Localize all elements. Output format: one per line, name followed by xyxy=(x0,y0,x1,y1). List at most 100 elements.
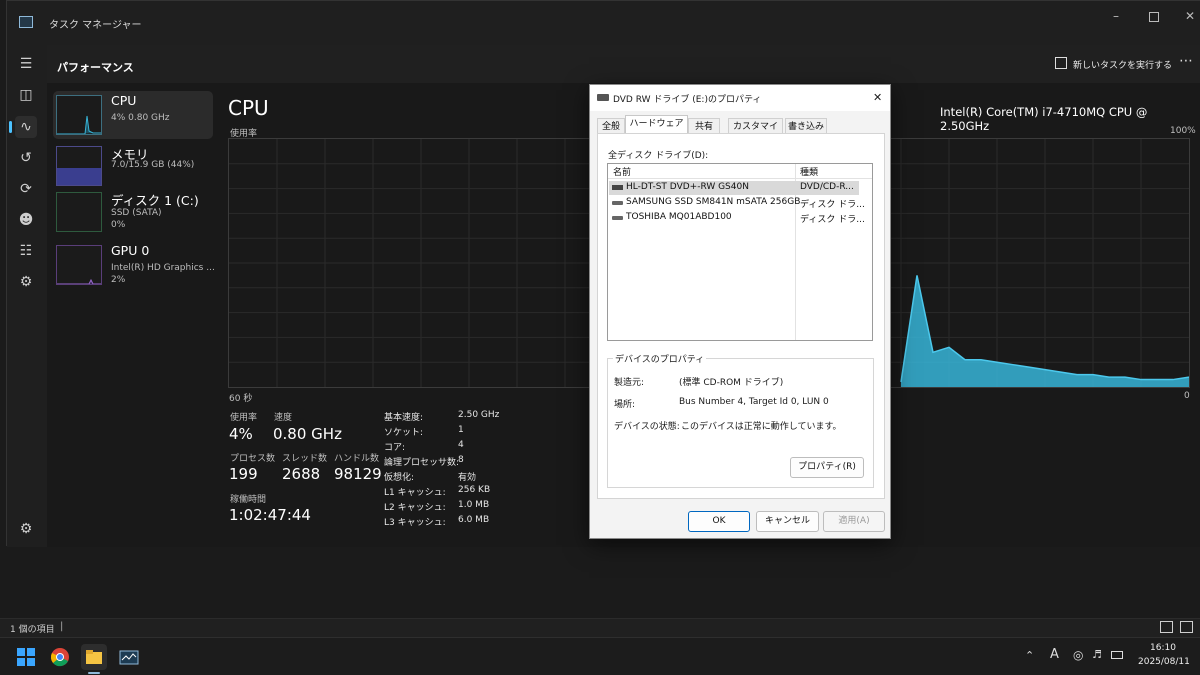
stat-processes-value: 199 xyxy=(229,465,258,483)
app-history-icon[interactable]: ↺ xyxy=(15,147,37,169)
file-explorer-icon[interactable] xyxy=(81,644,107,670)
spec-value: 1.0 MB xyxy=(458,500,490,510)
drive-list[interactable]: 名前 種類 HL-DT-ST DVD+-RW GS40N DVD/CD-R...… xyxy=(607,163,873,341)
gpu-thumbnail xyxy=(56,245,102,285)
users-icon[interactable]: ☻ xyxy=(15,209,37,231)
dvd-drive-icon xyxy=(612,185,623,190)
column-header-type[interactable]: 種類 xyxy=(800,165,818,178)
task-manager-taskbar-icon[interactable] xyxy=(116,644,142,670)
sidebar-item-sub: Intel(R) HD Graphics ... xyxy=(111,263,215,273)
tab-hardware[interactable]: ハードウェア xyxy=(625,115,688,135)
properties-button[interactable]: プロパティ(R) xyxy=(790,457,864,478)
title-bar: タスク マネージャー – ✕ xyxy=(7,1,1200,45)
manufacturer-label: 製造元: xyxy=(614,378,645,388)
tab-general[interactable]: 全般 xyxy=(597,118,625,134)
services-icon[interactable]: ⚙ xyxy=(15,271,37,293)
settings-gear-icon[interactable]: ⚙ xyxy=(15,518,37,540)
spec-label: コア: xyxy=(384,443,406,453)
tab-customize[interactable]: カスタマイズ xyxy=(728,118,783,148)
sidebar-item-sub: 7.0/15.9 GB (44%) xyxy=(111,160,195,170)
manufacturer-value: (標準 CD-ROM ドライブ) xyxy=(679,378,784,388)
stat-processes-label: プロセス数 xyxy=(230,454,276,464)
chart-zero-label: 0 xyxy=(1184,391,1190,401)
table-row[interactable]: TOSHIBA MQ01ABD100 ディスク ドラ... xyxy=(609,211,865,225)
stat-handles-value: 98129 xyxy=(334,465,382,483)
stat-threads-label: スレッド数 xyxy=(282,454,328,464)
tab-sharing[interactable]: 共有 xyxy=(688,118,720,134)
stat-threads-value: 2688 xyxy=(282,465,321,483)
sidebar-item-cpu[interactable]: CPU 4% 0.80 GHz xyxy=(53,91,213,139)
disk-drive-icon xyxy=(612,216,623,220)
clock-date[interactable]: 2025/08/11 xyxy=(1138,657,1190,667)
minimize-button[interactable]: – xyxy=(1113,9,1119,23)
drive-type: DVD/CD-R... xyxy=(800,182,854,192)
chevron-up-icon[interactable]: ⌃ xyxy=(1025,649,1034,662)
cpu-specs: 基本速度: 2.50 GHz ソケット: 1 コア: 4 論理プロセッサ数: 8… xyxy=(384,410,524,535)
spec-label: 論理プロセッサ数: xyxy=(384,458,460,468)
tab-recording[interactable]: 書き込み xyxy=(785,118,827,134)
windows-start-icon[interactable] xyxy=(13,644,39,670)
cancel-button[interactable]: キャンセル xyxy=(756,511,819,532)
startup-apps-icon[interactable]: ⟳ xyxy=(15,178,37,200)
list-header: 名前 種類 xyxy=(608,164,872,340)
spec-label: L2 キャッシュ: xyxy=(384,503,446,513)
page-header: パフォーマンス 新しいタスクを実行する ⋯ xyxy=(47,45,1200,83)
ok-button[interactable]: OK xyxy=(688,511,750,532)
resource-list: CPU 4% 0.80 GHz メモリ 7.0/15.9 GB (44%) ディ… xyxy=(47,83,217,547)
processes-icon[interactable]: ◫ xyxy=(15,84,37,106)
details-view-icon[interactable] xyxy=(1160,621,1173,633)
close-button[interactable]: ✕ xyxy=(1185,9,1195,23)
details-icon[interactable]: ☷ xyxy=(15,240,37,262)
spec-label: 仮想化: xyxy=(384,473,415,483)
hamburger-menu-icon[interactable]: ☰ xyxy=(15,53,37,75)
chart-max-label: 100% xyxy=(1170,126,1196,136)
window-title: タスク マネージャー xyxy=(49,20,142,31)
drive-name: TOSHIBA MQ01ABD100 xyxy=(626,212,732,222)
dialog-close-button[interactable]: ✕ xyxy=(873,91,882,104)
spec-value: 2.50 GHz xyxy=(458,410,500,420)
drive-type: ディスク ドラ... xyxy=(800,215,865,225)
column-header-name[interactable]: 名前 xyxy=(613,165,631,178)
spec-label: ソケット: xyxy=(384,428,424,438)
drive-name: SAMSUNG SSD SM841N mSATA 256GB xyxy=(626,197,801,207)
sidebar-item-gpu[interactable]: GPU 0 Intel(R) HD Graphics ... 2% xyxy=(53,241,215,289)
disk-drive-icon xyxy=(612,201,623,205)
stat-handles-label: ハンドル数 xyxy=(334,454,380,464)
spec-value: 8 xyxy=(458,455,464,465)
drive-name: HL-DT-ST DVD+-RW GS40N xyxy=(626,182,749,192)
page-title: パフォーマンス xyxy=(57,61,134,74)
sidebar-item-sub: 0% xyxy=(111,220,126,230)
apply-button[interactable]: 適用(A) xyxy=(823,511,885,532)
run-task-icon[interactable] xyxy=(1055,57,1067,69)
sidebar-item-sub: 2% xyxy=(111,275,126,285)
clock-time[interactable]: 16:10 xyxy=(1150,643,1176,653)
spec-value: 6.0 MB xyxy=(458,515,490,525)
run-new-task-button[interactable]: 新しいタスクを実行する xyxy=(1073,58,1172,71)
performance-icon[interactable]: ∿ xyxy=(9,116,37,138)
stat-uptime-value: 1:02:47:44 xyxy=(229,506,311,524)
task-manager-app-icon xyxy=(19,16,33,28)
network-globe-icon[interactable]: ◎ xyxy=(1073,648,1083,662)
maximize-button[interactable] xyxy=(1149,12,1159,22)
sidebar-item-memory[interactable]: メモリ 7.0/15.9 GB (44%) xyxy=(53,142,213,190)
battery-icon[interactable] xyxy=(1111,651,1123,659)
location-value: Bus Number 4, Target Id 0, LUN 0 xyxy=(679,397,829,407)
spec-label: L1 キャッシュ: xyxy=(384,488,446,498)
nav-rail: ☰ ◫ ∿ ↺ ⟳ ☻ ☷ ⚙ ⚙ xyxy=(7,45,47,547)
device-properties-title: デバイスのプロパティ xyxy=(613,352,707,365)
cpu-heading: CPU xyxy=(228,96,269,120)
sidebar-item-disk[interactable]: ディスク 1 (C:) SSD (SATA) 0% xyxy=(53,188,213,236)
sidebar-item-sub: SSD (SATA) xyxy=(111,208,162,218)
volume-icon[interactable]: ♬ xyxy=(1092,648,1102,661)
stat-usage-label: 使用率 xyxy=(230,413,258,423)
more-options-icon[interactable]: ⋯ xyxy=(1179,53,1193,69)
memory-thumbnail xyxy=(56,146,102,186)
dialog-title: DVD RW ドライブ (E:)のプロパティ xyxy=(613,95,762,105)
tiles-view-icon[interactable] xyxy=(1180,621,1193,633)
dvd-drive-icon xyxy=(597,94,609,101)
chrome-icon[interactable] xyxy=(47,644,73,670)
table-row[interactable]: SAMSUNG SSD SM841N mSATA 256GB ディスク ドラ..… xyxy=(609,196,865,210)
ime-indicator[interactable]: A xyxy=(1050,647,1059,662)
spec-label: L3 キャッシュ: xyxy=(384,518,446,528)
table-row[interactable]: HL-DT-ST DVD+-RW GS40N DVD/CD-R... xyxy=(609,181,859,195)
